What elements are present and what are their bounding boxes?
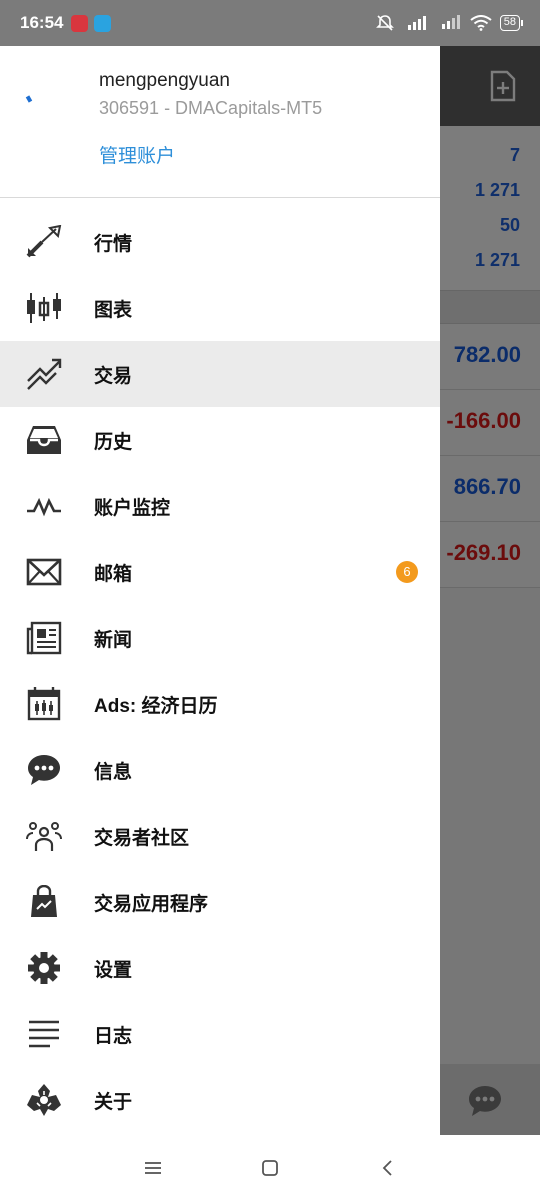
bg-position-row: 782.00 (440, 324, 540, 390)
home-button[interactable] (245, 1148, 295, 1188)
menu-item-charts[interactable]: 图表 (0, 275, 440, 341)
menu-item-label: 行情 (94, 233, 133, 255)
background-toolbar (440, 46, 540, 126)
new-order-icon (490, 70, 516, 102)
menu-item-label: 账户监控 (94, 497, 171, 519)
signal-2-icon (436, 13, 462, 34)
menu-item-label: 信息 (94, 761, 133, 783)
account-name: mengpengyuan (99, 70, 230, 91)
chat-icon (26, 753, 62, 787)
unread-badge: 6 (396, 561, 418, 583)
bg-quote: 1 271 (474, 250, 520, 270)
bg-position-row: -269.10 (440, 522, 540, 588)
menu-item-trade[interactable]: 交易 (0, 341, 440, 407)
settings-gear-icon (26, 951, 62, 985)
bg-quote: 7 (509, 145, 520, 165)
chat-fab-icon (469, 1086, 501, 1116)
signal-1-icon (402, 14, 428, 32)
menu-lines-icon (145, 1161, 162, 1174)
menu-item-quotes[interactable]: 行情 (0, 209, 440, 275)
toutiao-app-icon (71, 14, 89, 32)
menu-item-trading-apps[interactable]: 交易应用程序 (0, 869, 440, 935)
trade-icon (26, 357, 62, 391)
bg-position-row: 866.70 (440, 456, 540, 522)
news-icon (26, 621, 62, 655)
menu-item-label: 历史 (94, 431, 133, 453)
menu-item-economic-calendar[interactable]: Ads: 经济日历 (0, 671, 440, 737)
menu-item-traders-community[interactable]: 交易者社区 (0, 803, 440, 869)
menu-item-account-monitor[interactable]: 账户监控 (0, 473, 440, 539)
manage-accounts-link[interactable]: 管理账户 (99, 141, 175, 168)
recent-apps-button[interactable] (128, 1148, 178, 1188)
system-nav-bar (0, 1135, 540, 1200)
bg-quote: 1 271 (474, 180, 520, 200)
home-square-icon (262, 1159, 278, 1176)
bg-position-value: -166.00 (446, 408, 521, 433)
back-button[interactable] (362, 1148, 412, 1188)
account-header[interactable]: mengpengyuan 306591 - DMACapitals-MT5 管理… (0, 46, 440, 198)
history-inbox-icon (26, 423, 62, 457)
menu-item-label: 交易者社区 (94, 827, 190, 849)
menu-item-about[interactable]: 关于 (0, 1067, 440, 1133)
mail-icon (26, 555, 62, 589)
menu-item-mailbox[interactable]: 邮箱 6 (0, 539, 440, 605)
quotes-icon (26, 225, 62, 259)
calendar-icon (26, 687, 62, 721)
menu-item-label: 新闻 (94, 629, 133, 651)
bg-quote: 50 (499, 215, 520, 235)
menu-item-messages[interactable]: 信息 (0, 737, 440, 803)
menu-item-label: 交易 (94, 365, 133, 387)
drawer-menu: 行情 图表 交易 历史 账户监控 邮箱 6 新闻 Ads: 经济日历 信息 交易… (0, 209, 440, 1133)
mute-bell-icon (375, 15, 394, 31)
telegram-app-icon (94, 14, 112, 32)
navigation-drawer: mengpengyuan 306591 - DMACapitals-MT5 管理… (0, 46, 440, 1135)
menu-item-label: 关于 (94, 1091, 133, 1113)
status-time: 16:54 (20, 13, 64, 32)
bg-position-value: 866.70 (453, 474, 521, 499)
menu-item-history[interactable]: 历史 (0, 407, 440, 473)
bg-position-value: -269.10 (446, 540, 521, 565)
status-bar: 16:54 58 (0, 0, 540, 46)
menu-item-label: 设置 (94, 959, 133, 981)
menu-item-label: 邮箱 (94, 563, 133, 585)
app-store-icon (26, 885, 62, 919)
menu-item-label: 日志 (94, 1025, 133, 1047)
background-tabbar (440, 1064, 540, 1135)
bg-divider (440, 290, 540, 324)
candlestick-chart-icon (26, 291, 62, 325)
menu-item-settings[interactable]: 设置 (0, 935, 440, 1001)
battery-indicator: 58 (499, 15, 524, 31)
account-monitor-icon (26, 489, 62, 523)
menu-item-journal[interactable]: 日志 (0, 1001, 440, 1067)
menu-item-news[interactable]: 新闻 (0, 605, 440, 671)
bg-position-row: -166.00 (440, 390, 540, 456)
wifi-icon (470, 15, 492, 31)
journal-icon (26, 1017, 62, 1051)
menu-item-label: 交易应用程序 (94, 893, 209, 915)
account-avatar (25, 95, 33, 103)
account-server: 306591 - DMACapitals-MT5 (99, 98, 323, 118)
menu-item-label: 图表 (94, 299, 133, 321)
bg-position-value: 782.00 (453, 342, 521, 367)
community-icon (26, 819, 62, 853)
background-quote-list: 7 1 271 50 1 271 (440, 126, 540, 290)
menu-item-label: Ads: 经济日历 (94, 695, 218, 717)
about-icon (26, 1083, 62, 1117)
back-chevron-icon (382, 1159, 392, 1176)
